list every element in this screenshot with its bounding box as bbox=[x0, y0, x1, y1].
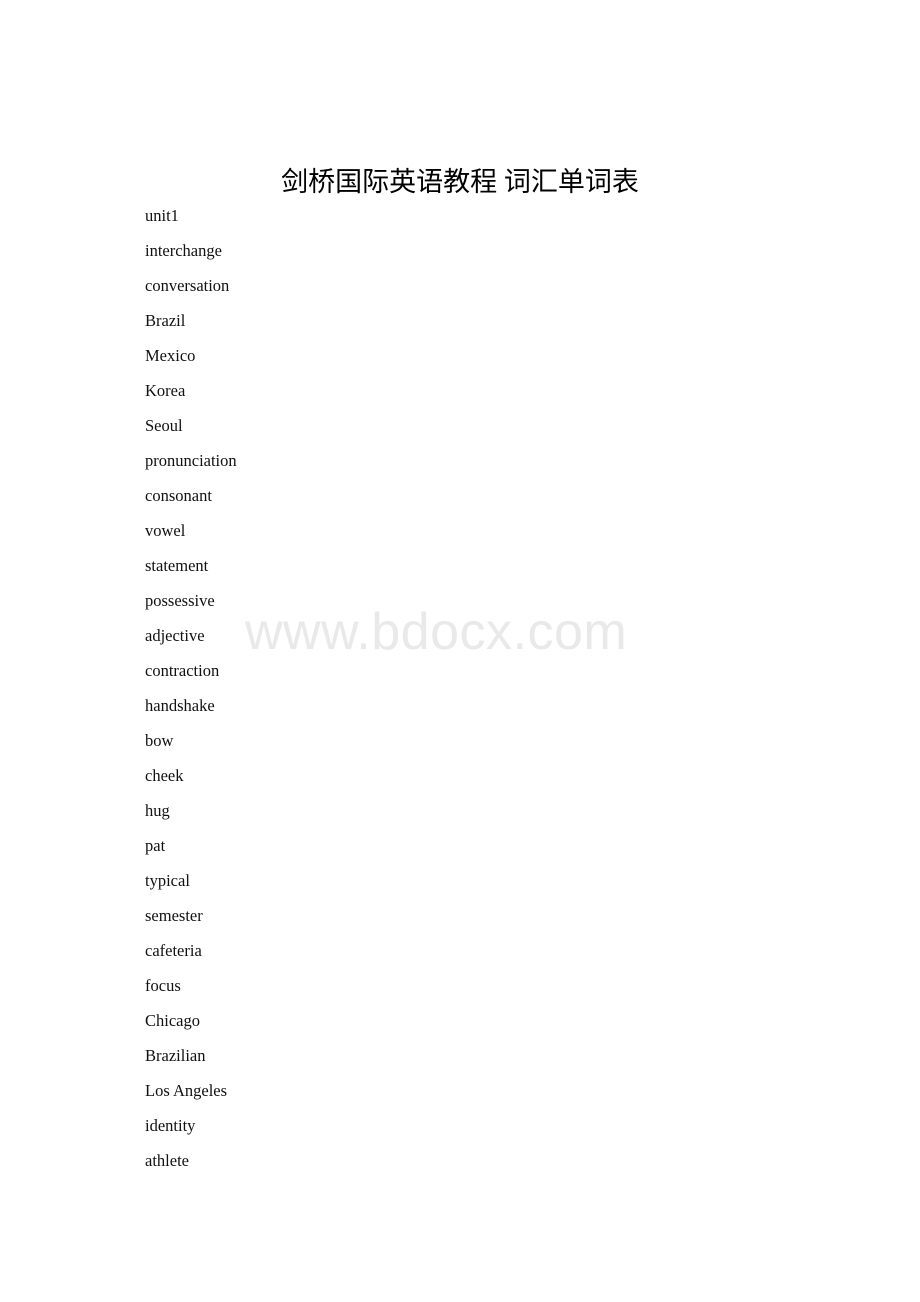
list-item: Brazil bbox=[145, 311, 186, 330]
list-item: athlete bbox=[145, 1151, 189, 1170]
list-item: Brazilian bbox=[145, 1046, 206, 1065]
list-item: Mexico bbox=[145, 346, 196, 365]
list-item: vowel bbox=[145, 521, 186, 540]
list-item: focus bbox=[145, 976, 181, 995]
list-item: Los Angeles bbox=[145, 1081, 228, 1100]
document-body: 剑桥国际英语教程 词汇单词表 unit1 interchange convers… bbox=[0, 0, 920, 1302]
list-item: conversation bbox=[145, 276, 230, 295]
list-item: bow bbox=[145, 731, 174, 750]
list-item: cheek bbox=[145, 766, 184, 785]
list-item: consonant bbox=[145, 486, 212, 505]
page-title: 剑桥国际英语教程 词汇单词表 bbox=[281, 167, 639, 198]
list-item: pat bbox=[145, 836, 166, 855]
document-page: www.bdocx.com 剑桥国际英语教程 词汇单词表 unit1 inter… bbox=[0, 0, 920, 1302]
list-item: adjective bbox=[145, 626, 205, 645]
list-item: Seoul bbox=[145, 416, 183, 435]
list-item: Korea bbox=[145, 381, 186, 400]
list-item: Chicago bbox=[145, 1011, 200, 1030]
list-item: cafeteria bbox=[145, 941, 202, 960]
list-item: possessive bbox=[145, 591, 215, 610]
list-item: statement bbox=[145, 556, 209, 575]
list-item: pronunciation bbox=[145, 451, 237, 470]
list-item: typical bbox=[145, 871, 190, 890]
list-item: handshake bbox=[145, 696, 215, 715]
list-item: semester bbox=[145, 906, 203, 925]
list-item: contraction bbox=[145, 661, 220, 680]
list-item: hug bbox=[145, 801, 170, 820]
vocabulary-word-list: unit1 interchange conversation Brazil Me… bbox=[145, 198, 745, 1178]
list-item: identity bbox=[145, 1116, 196, 1135]
list-item: unit1 bbox=[145, 206, 179, 225]
list-item: interchange bbox=[145, 241, 222, 260]
